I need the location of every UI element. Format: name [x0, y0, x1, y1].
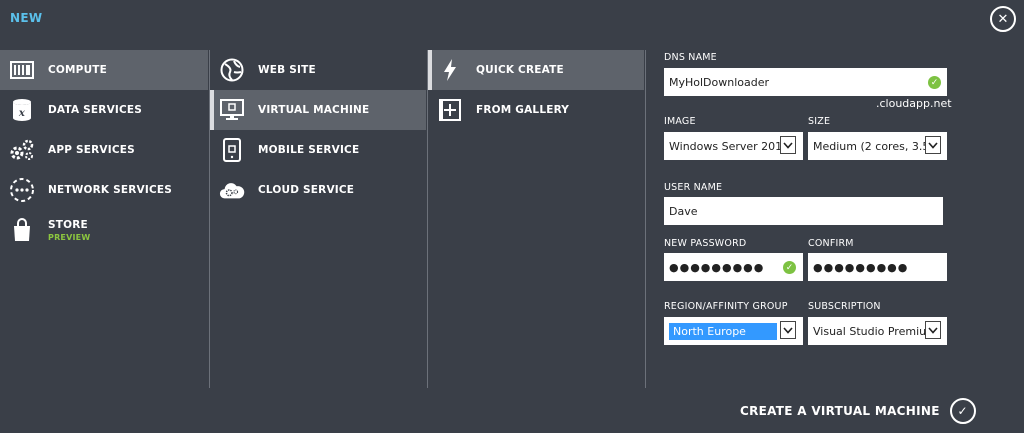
create-options-list: QUICK CREATE FROM GALLERY	[428, 50, 644, 388]
password-valid-check-icon: ✓	[783, 261, 796, 274]
region-label: REGION/AFFINITY GROUP	[664, 301, 788, 312]
subscription-value: Visual Studio Premium	[813, 324, 937, 338]
subscription-label: SUBSCRIPTION	[808, 301, 881, 312]
option-from-gallery[interactable]: FROM GALLERY	[428, 90, 644, 130]
mobile-service-icon	[219, 137, 245, 163]
compute-item-label: WEB SITE	[258, 64, 316, 76]
checkmark-icon: ✓	[949, 398, 976, 424]
data-services-icon: x	[9, 97, 35, 123]
svg-text:x: x	[18, 108, 26, 119]
chevron-down-icon[interactable]	[780, 321, 796, 339]
network-services-icon	[9, 177, 35, 203]
confirm-password-input[interactable]: ●●●●●●●●●	[808, 253, 947, 281]
image-label: IMAGE	[664, 116, 696, 127]
virtual-machine-icon	[219, 97, 245, 123]
chevron-down-icon[interactable]	[925, 321, 941, 339]
compute-item-label: CLOUD SERVICE	[258, 184, 355, 196]
size-value: Medium (2 cores, 3.5 G	[813, 139, 942, 153]
preview-badge: PREVIEW	[48, 232, 91, 242]
dns-name-value: MyHolDownloader	[669, 75, 770, 89]
create-virtual-machine-button[interactable]: CREATE A VIRTUAL MACHINE ✓	[740, 398, 976, 424]
option-quick-create[interactable]: QUICK CREATE	[428, 50, 644, 90]
compute-icon	[9, 57, 35, 83]
close-button[interactable]: ✕	[990, 6, 1016, 32]
username-input[interactable]: Dave	[664, 197, 943, 225]
compute-list: WEB SITE VIRTUAL MACHINE MOBILE SERVICE …	[210, 50, 426, 388]
confirm-label: CONFIRM	[808, 238, 854, 249]
compute-item-label: VIRTUAL MACHINE	[258, 104, 370, 116]
compute-item-cloud-service[interactable]: CLOUD SERVICE	[210, 170, 426, 210]
password-value: ●●●●●●●●●	[669, 260, 765, 274]
compute-item-virtual-machine[interactable]: VIRTUAL MACHINE	[210, 90, 426, 130]
category-store[interactable]: STORE PREVIEW	[0, 210, 208, 250]
close-icon: ✕	[997, 11, 1009, 27]
gallery-icon	[437, 97, 463, 123]
category-label: DATA SERVICES	[48, 104, 143, 116]
category-label: STORE	[48, 218, 88, 231]
category-app-services[interactable]: APP SERVICES	[0, 130, 208, 170]
category-data-services[interactable]: x DATA SERVICES	[0, 90, 208, 130]
dns-name-label: DNS NAME	[664, 52, 717, 63]
category-list: COMPUTE x DATA SERVICES APP SERVICES NET…	[0, 50, 208, 388]
confirm-value: ●●●●●●●●●	[813, 260, 909, 274]
web-site-icon	[219, 57, 245, 83]
category-compute[interactable]: COMPUTE	[0, 50, 208, 90]
app-services-icon	[9, 137, 35, 163]
category-label: COMPUTE	[48, 64, 108, 76]
chevron-down-icon[interactable]	[925, 136, 941, 154]
option-label: QUICK CREATE	[476, 64, 564, 76]
region-value: North Europe	[669, 322, 777, 340]
dns-name-input[interactable]: MyHolDownloader	[664, 68, 947, 96]
dns-valid-check-icon: ✓	[928, 76, 941, 89]
username-value: Dave	[669, 204, 698, 218]
category-label: APP SERVICES	[48, 144, 135, 156]
option-label: FROM GALLERY	[476, 104, 570, 116]
column-divider	[645, 50, 646, 388]
size-label: SIZE	[808, 116, 831, 127]
cloud-service-icon	[219, 177, 245, 203]
dns-suffix: .cloudapp.net	[876, 97, 952, 110]
username-label: USER NAME	[664, 182, 723, 193]
page-title: NEW	[10, 11, 43, 25]
chevron-down-icon[interactable]	[780, 136, 796, 154]
compute-item-mobile-service[interactable]: MOBILE SERVICE	[210, 130, 426, 170]
store-icon	[9, 217, 35, 243]
category-label: NETWORK SERVICES	[48, 184, 173, 196]
compute-item-web-site[interactable]: WEB SITE	[210, 50, 426, 90]
category-network-services[interactable]: NETWORK SERVICES	[0, 170, 208, 210]
lightning-icon	[437, 57, 463, 83]
compute-item-label: MOBILE SERVICE	[258, 144, 360, 156]
create-label: CREATE A VIRTUAL MACHINE	[740, 404, 940, 418]
password-label: NEW PASSWORD	[664, 238, 747, 249]
image-value: Windows Server 2012	[669, 139, 790, 153]
